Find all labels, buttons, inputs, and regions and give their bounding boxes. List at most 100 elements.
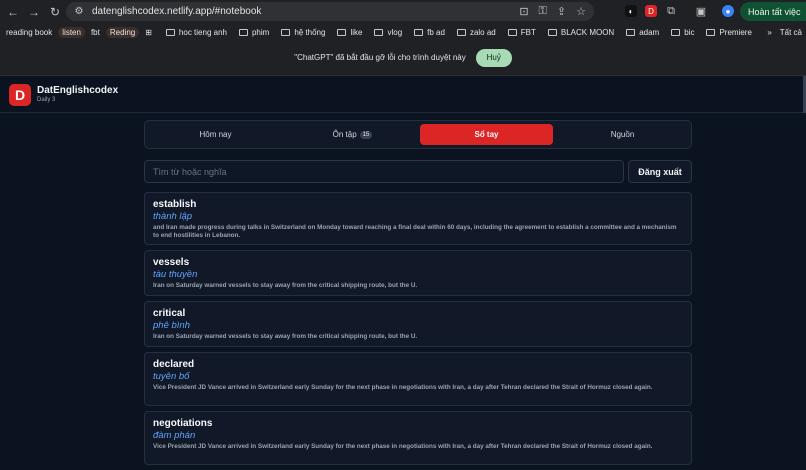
bookmark-label: hệ thống (294, 27, 326, 37)
bookmark-item[interactable]: Reding (105, 26, 140, 38)
all-bookmarks-folder[interactable]: Tất cả (780, 28, 802, 37)
bookmark-folder[interactable]: like (337, 28, 362, 37)
bookmark-label: like (350, 27, 363, 37)
extensions-puzzle-icon[interactable]: ⧉ (665, 5, 677, 17)
folder-icon (671, 28, 681, 36)
entry-meaning: đàm phán (153, 430, 196, 441)
share-icon[interactable]: ⇪ (557, 5, 566, 18)
folder-icon (414, 28, 424, 36)
notebook-entry[interactable]: critical phê bình Iran on Saturday warne… (144, 301, 692, 347)
address-bar[interactable]: ⚙ datenglishcodex.netlify.app/#notebook … (66, 2, 594, 21)
bookmark-item[interactable]: reading book (6, 28, 52, 37)
app-brand: DatEnglishcodex (37, 85, 119, 96)
bookmark-label: hoc tieng anh (178, 27, 227, 37)
site-info-icon[interactable]: ⚙ (72, 5, 86, 19)
notebook-entry[interactable]: declared tuyên bố Vice President JD Vanc… (144, 352, 692, 406)
folder-icon (337, 28, 347, 36)
notebook-entry[interactable]: negotiations đàm phán Vice President JD … (144, 411, 692, 465)
reload-icon[interactable]: ↻ (47, 4, 63, 20)
back-icon[interactable]: ← (5, 4, 21, 20)
bookmark-folder[interactable]: adam (626, 28, 659, 37)
apps-grid-icon[interactable]: ⊞ (145, 28, 152, 37)
folder-icon (706, 28, 716, 36)
entry-example: Vice President JD Vance arrived in Switz… (153, 384, 653, 391)
entry-word: declared (153, 359, 195, 370)
bookmark-folder[interactable]: Premiere (706, 27, 752, 37)
bookmark-label: BLACK MOON (560, 27, 615, 37)
bookmark-folder[interactable]: fb ad (414, 28, 445, 37)
review-count-badge: 15 (359, 130, 373, 139)
bookmark-folder[interactable]: bic (671, 28, 694, 37)
folder-icon (238, 28, 248, 36)
app-header: D DatEnglishcodex Daily 3 (0, 76, 806, 113)
entry-word: critical (153, 308, 186, 319)
bookmark-label: bic (684, 27, 695, 37)
entry-word: vessels (153, 257, 190, 268)
folder-icon (165, 28, 175, 36)
profile-avatar-icon[interactable]: ● (722, 5, 734, 17)
app-subtitle: Daily 3 (37, 97, 56, 103)
entry-example: Vice President JD Vance arrived in Switz… (153, 443, 653, 450)
folder-icon (456, 28, 466, 36)
bookmark-label: zalo ad (469, 27, 496, 37)
tab-sources[interactable]: Nguồn (556, 124, 689, 145)
tab-label: Ôn tập (332, 130, 357, 139)
bookmark-item[interactable]: listen (58, 26, 85, 38)
search-input[interactable] (144, 160, 624, 183)
bookmark-folder[interactable]: vlog (374, 28, 402, 37)
extension-icon[interactable]: ◐ (625, 5, 637, 17)
entry-word: establish (153, 199, 197, 210)
folder-icon (547, 28, 557, 36)
bookmark-label: fbt (90, 27, 100, 37)
side-panel-icon[interactable]: ▣ (695, 5, 707, 18)
bookmark-label: reading book (6, 27, 53, 37)
bookmark-label: listen (58, 26, 85, 38)
tab-today[interactable]: Hôm nay (149, 124, 282, 145)
cancel-debugging-button[interactable]: Huỷ (475, 48, 512, 67)
bookmark-folder[interactable]: FBT (507, 27, 536, 37)
bookmark-label: fb ad (427, 27, 445, 37)
chevron-double-right-icon[interactable]: » (767, 28, 771, 37)
extension-d-icon[interactable]: D (645, 5, 657, 17)
bookmark-item[interactable]: fbt (91, 28, 100, 37)
bookmark-folder[interactable]: zalo ad (456, 27, 496, 37)
bookmark-label: phim (251, 27, 270, 37)
bookmark-label: adam (639, 27, 660, 37)
bookmark-folder[interactable]: hệ thống (281, 28, 325, 37)
entry-example: Iran on Saturday warned vessels to stay … (153, 333, 418, 340)
entry-example: and Iran made progress during talks in S… (153, 224, 677, 239)
bookmark-folder[interactable]: phim (238, 27, 270, 37)
tab-notebook[interactable]: Sổ tay (420, 124, 553, 145)
bookmark-folder[interactable]: hoc tieng anh (165, 27, 227, 37)
entry-meaning: tuyên bố (153, 371, 190, 382)
entry-meaning: phê bình (153, 320, 190, 331)
bookmark-label: Reding (105, 26, 140, 38)
bookmarks-overflow: » Tất cả (761, 24, 802, 40)
debugging-message: "ChatGPT" đã bắt đầu gỡ lỗi cho trình du… (294, 53, 466, 62)
bookmark-label: Premiere (719, 27, 752, 37)
folder-icon (507, 28, 517, 36)
notebook-entry[interactable]: vessels tàu thuyền Iran on Saturday warn… (144, 250, 692, 296)
tab-label: Sổ tay (474, 130, 499, 139)
forward-icon[interactable]: → (26, 4, 42, 20)
main-tabs: Hôm nay Ôn tập 15 Sổ tay Nguồn (144, 120, 692, 149)
tab-review[interactable]: Ôn tập 15 (286, 124, 419, 145)
bookmark-label: vlog (387, 27, 403, 37)
bookmark-label: FBT (520, 27, 536, 37)
entry-word: negotiations (153, 418, 213, 429)
password-key-icon[interactable]: ⚿ (539, 5, 547, 18)
notebook-entry[interactable]: establish thành lập and Iran made progre… (144, 192, 692, 245)
url-text: datenglishcodex.netlify.app/#notebook (92, 6, 262, 17)
bookmark-label: Tất cả (779, 27, 802, 37)
entry-meaning: thành lập (153, 211, 193, 222)
debugging-infobar: "ChatGPT" đã bắt đầu gỡ lỗi cho trình du… (0, 40, 806, 76)
bookmarks-bar: reading book listen fbt Reding ⊞ hoc tie… (0, 24, 806, 40)
entry-meaning: tàu thuyền (153, 269, 198, 280)
browser-toolbar: ← → ↻ ⚙ datenglishcodex.netlify.app/#not… (0, 0, 806, 24)
bookmark-star-icon[interactable]: ☆ (576, 5, 586, 18)
tab-label: Hôm nay (199, 130, 232, 139)
bookmark-folder[interactable]: BLACK MOON (547, 27, 615, 37)
install-app-icon[interactable]: ⊡ (519, 5, 528, 18)
logout-button[interactable]: Đăng xuất (628, 160, 692, 183)
update-button[interactable]: Hoàn tất việc (740, 2, 806, 21)
